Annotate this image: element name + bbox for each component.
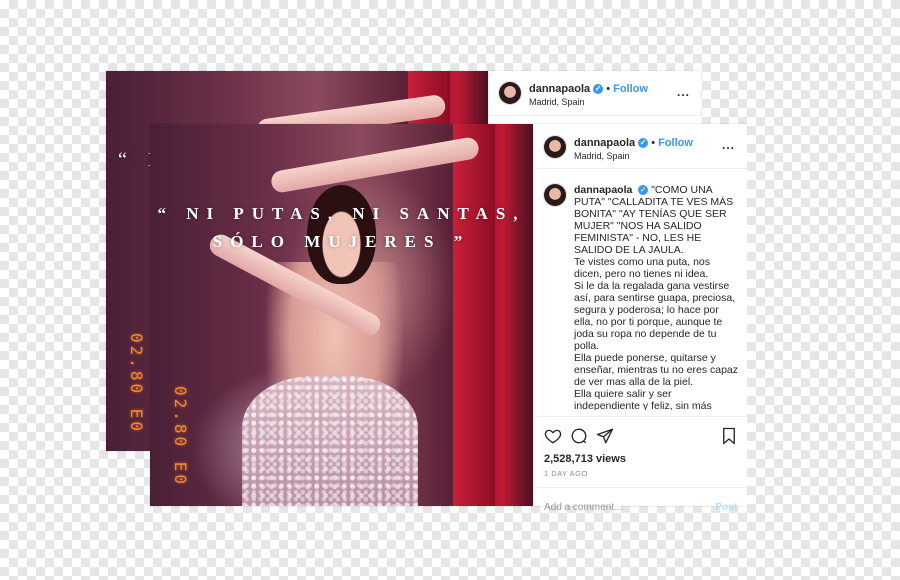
front-post-photo[interactable]: “ NI PUTAS, NI SANTAS, SÓLO MUJERES ” 02… — [150, 124, 533, 506]
follow-button[interactable]: Follow — [613, 83, 648, 95]
caption-line: Si le da la regalada gana vestirse así, … — [574, 280, 736, 352]
sequin-dress — [241, 376, 419, 506]
avatar[interactable] — [499, 82, 521, 104]
location-link[interactable]: Madrid, Spain — [529, 97, 585, 107]
comment-icon[interactable] — [570, 427, 588, 445]
verified-badge-icon: ✓ — [593, 84, 604, 95]
bookmark-icon[interactable] — [720, 427, 738, 445]
username-link[interactable]: dannapaola — [529, 83, 590, 95]
post-comment-button[interactable]: Post — [715, 502, 737, 513]
post-author: dannapaola ✓ • Follow — [529, 83, 648, 95]
share-icon[interactable] — [596, 427, 614, 445]
add-comment-row: Add a comment… Post — [534, 487, 747, 530]
caption-text: dannapaola ✓ "COMO UNA PUTA" "CALLADITA … — [574, 184, 739, 410]
separator: • — [651, 137, 656, 149]
username-link[interactable]: dannapaola — [574, 137, 635, 149]
back-datestamp: 02.80 E0 — [127, 333, 146, 435]
datestamp: 02.80 E0 — [171, 386, 190, 488]
location-link[interactable]: Madrid, Spain — [574, 151, 630, 161]
heart-icon[interactable] — [544, 427, 562, 445]
overlay-quote-line-2: SÓLO MUJERES ” — [212, 232, 471, 251]
caption-username[interactable]: dannapaola — [574, 184, 632, 196]
caption-line: Ella puede ponerse, quitarse y enseñar, … — [574, 352, 739, 388]
verified-badge-icon: ✓ — [638, 185, 649, 196]
more-options-icon[interactable]: ... — [722, 138, 735, 152]
front-post-header: dannapaola ✓ • Follow Madrid, Spain ... — [534, 124, 747, 169]
follow-button[interactable]: Follow — [658, 137, 693, 149]
avatar[interactable] — [544, 136, 566, 158]
front-post-panel: dannapaola ✓ • Follow Madrid, Spain ... d… — [533, 124, 747, 513]
caption-avatar[interactable] — [544, 184, 566, 206]
separator: • — [606, 83, 611, 95]
back-post-header: dannapaola ✓ • Follow Madrid, Spain ... — [489, 71, 701, 116]
caption-line: Ella quiere salir y ser independiente y … — [574, 388, 712, 410]
front-post: “ NI PUTAS, NI SANTAS, SÓLO MUJERES ” 02… — [150, 124, 747, 513]
caption-line: Te vistes como una puta, nos dicen, pero… — [574, 256, 710, 280]
more-options-icon[interactable]: ... — [677, 85, 690, 99]
comment-input[interactable]: Add a comment… — [544, 502, 624, 513]
post-author: dannapaola ✓ • Follow — [574, 137, 693, 149]
back-post-panel: dannapaola ✓ • Follow Madrid, Spain ... — [488, 71, 701, 125]
timestamp[interactable]: 1 DAY AGO — [544, 469, 588, 478]
action-bar: 2,528,713 views 1 DAY AGO Add a comment…… — [534, 416, 747, 537]
verified-badge-icon: ✓ — [638, 138, 649, 149]
red-door — [453, 124, 495, 506]
overlay-quote-line-1: “ NI PUTAS, NI SANTAS, — [157, 204, 526, 223]
view-count[interactable]: 2,528,713 views — [544, 453, 626, 465]
raised-arm — [269, 135, 481, 195]
